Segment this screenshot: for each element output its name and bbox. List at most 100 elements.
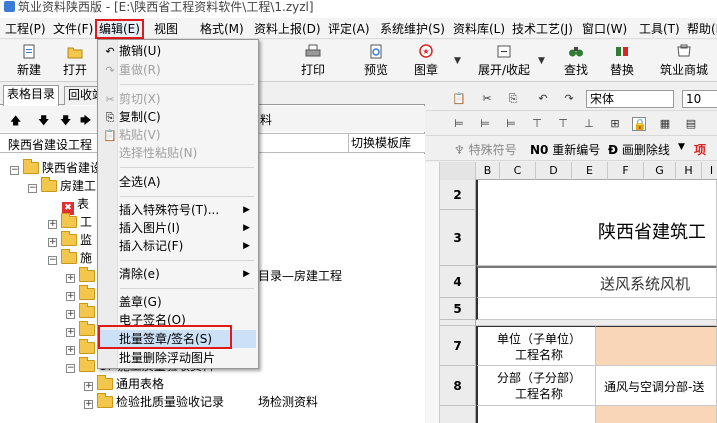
special-symbol-button[interactable]: ♆ 特殊符号	[454, 141, 517, 158]
partial-toolbar-item[interactable]: 项	[694, 141, 706, 158]
tree-item[interactable]: + 检验批质量验收记录	[84, 393, 224, 411]
menu-project[interactable]: 工程(P)	[3, 21, 48, 37]
collapse-icon[interactable]: −	[48, 256, 57, 265]
menu-tech[interactable]: 技术工艺(J)	[510, 21, 575, 37]
menu-item-undo[interactable]: ↶ 撤销(U)	[100, 42, 256, 60]
tree-item[interactable]: − 陕西省建设	[10, 159, 102, 177]
subunit-value-cell[interactable]: 通风与空调分部-送	[596, 366, 717, 406]
arrow-right-icon[interactable]: 🡆	[80, 112, 91, 131]
menu-format[interactable]: 格式(M)	[198, 21, 246, 37]
align-center-icon[interactable]: ⊨	[478, 117, 492, 131]
stamp-dropdown-arrow-icon[interactable]: ▼	[454, 56, 461, 66]
collapse-icon[interactable]: −	[10, 166, 19, 175]
menu-item-insert-image[interactable]: 插入图片(I) ▶	[100, 219, 256, 237]
expand-icon[interactable]: +	[66, 292, 75, 301]
menu-report[interactable]: 资料上报(D)	[252, 21, 323, 37]
find-button[interactable]: 查找	[558, 42, 594, 80]
redo-icon[interactable]: ↷	[562, 92, 576, 106]
switch-template-button[interactable]: 切换模板库	[348, 134, 413, 152]
expand-collapse-button[interactable]: 展开/收起	[474, 42, 534, 80]
expand-icon[interactable]: +	[66, 310, 75, 319]
preview-button[interactable]: 预览	[358, 42, 394, 80]
wrap-icon[interactable]: ⊞	[608, 117, 622, 131]
menu-item-batch-delete-images[interactable]: 批量删除浮动图片	[100, 349, 256, 367]
tab-table-catalog[interactable]: 表格目录	[3, 85, 60, 106]
cut-icon[interactable]: ✂	[480, 92, 494, 106]
open-button[interactable]: 打开	[56, 42, 94, 80]
tree-item[interactable]: +	[66, 267, 98, 285]
replace-button[interactable]: 替换	[604, 42, 640, 80]
tree-item[interactable]: − 房建工	[28, 177, 96, 195]
tree-item[interactable]: +	[66, 339, 98, 357]
paste-special-icon[interactable]: ⎘	[506, 92, 520, 106]
row-header-cell[interactable]: 3	[440, 210, 476, 266]
collapse-icon[interactable]: −	[66, 364, 75, 373]
subtitle-cell[interactable]: 送风系统风机	[476, 266, 717, 298]
align-middle-icon[interactable]: ⊤	[556, 117, 570, 131]
undo-icon[interactable]: ↶	[536, 92, 550, 106]
menu-view[interactable]: 视图	[152, 21, 180, 37]
border-icon[interactable]: ▦	[658, 117, 672, 131]
menu-item-paste-special[interactable]: 选择性粘贴(N)	[100, 144, 256, 162]
print-button[interactable]: 打印	[295, 42, 331, 80]
tree-item[interactable]: +	[66, 303, 98, 321]
tree-item[interactable]: ✖ 表	[62, 195, 89, 215]
column-header-cell[interactable]: I	[702, 162, 717, 180]
merge-icon[interactable]: ▤	[684, 117, 698, 131]
renumber-button[interactable]: N0 重新编号	[530, 141, 600, 158]
column-header-cell[interactable]: G	[644, 162, 676, 180]
row-header-cell[interactable]: 2	[440, 180, 476, 210]
column-header-cell[interactable]: C	[500, 162, 536, 180]
collapse-icon[interactable]: −	[28, 184, 37, 193]
expand-icon[interactable]: +	[66, 274, 75, 283]
subunit-label-cell[interactable]: 分部（子分部）工程名称	[476, 366, 596, 406]
menu-help[interactable]: 帮助(H)	[685, 21, 717, 37]
tree-item[interactable]: +	[66, 321, 98, 339]
expand-dropdown-arrow-icon[interactable]: ▼	[538, 56, 545, 66]
menu-evaluate[interactable]: 评定(A)	[326, 21, 372, 37]
menu-tools[interactable]: 工具(T)	[637, 21, 682, 37]
expand-icon[interactable]: +	[48, 238, 57, 247]
tree-item[interactable]: − 施	[48, 249, 92, 267]
row-header-cell[interactable]: 7	[440, 326, 476, 366]
align-left-icon[interactable]: ⊨	[452, 117, 466, 131]
expand-icon[interactable]: +	[66, 346, 75, 355]
arrow-up-icon[interactable]: 🡅	[10, 112, 21, 131]
font-name-select[interactable]: 宋体	[586, 90, 674, 108]
empty-row-cell[interactable]	[476, 298, 717, 320]
row-header-cell[interactable]: 4	[440, 266, 476, 298]
next-value-cell[interactable]	[596, 406, 717, 423]
menu-file[interactable]: 文件(F)	[51, 21, 95, 37]
column-header-cell[interactable]: F	[608, 162, 644, 180]
tree-item[interactable]: +	[66, 285, 98, 303]
menu-item-cut[interactable]: ✂ 剪切(X)	[100, 90, 256, 108]
tree-item[interactable]: + 监	[48, 231, 92, 249]
row-header-cell[interactable]: 5	[440, 298, 476, 320]
arrow-down-2-icon[interactable]: 🡇	[60, 112, 71, 131]
title-cell[interactable]: 陕西省建筑工	[476, 180, 717, 266]
menu-item-copy[interactable]: ⎘ 复制(C)	[100, 108, 256, 126]
menu-item-select-all[interactable]: 全选(A)	[100, 173, 256, 191]
column-header-cell[interactable]: E	[572, 162, 608, 180]
tree-item[interactable]: + 通用表格	[84, 375, 164, 393]
column-header-cell[interactable]: H	[676, 162, 702, 180]
expand-icon[interactable]: +	[84, 382, 93, 391]
align-right-icon[interactable]: ⊨	[504, 117, 518, 131]
menu-item-paste[interactable]: 📋 粘贴(V)	[100, 126, 256, 144]
expand-icon[interactable]: +	[48, 220, 57, 229]
next-label-cell[interactable]	[476, 406, 596, 423]
menu-item-insert-mark[interactable]: 插入标记(F) ▶	[100, 237, 256, 255]
menu-item-redo[interactable]: ↷ 重做(R)	[100, 61, 256, 79]
lock-icon[interactable]: 🔒	[632, 117, 647, 131]
align-bottom-icon[interactable]: ⊥	[582, 117, 596, 131]
strikethrough-button[interactable]: Ð 画删除线	[608, 141, 670, 158]
mall-button[interactable]: 筑业商城	[654, 42, 714, 80]
stamp-button[interactable]: ★ 图章	[408, 42, 444, 80]
menu-item-clear[interactable]: 清除(e) ▶	[100, 265, 256, 283]
menu-edit[interactable]: 编辑(E)	[95, 19, 144, 39]
menu-window[interactable]: 窗口(W)	[580, 21, 629, 37]
unit-label-cell[interactable]: 单位（子单位）工程名称	[476, 326, 596, 366]
align-top-icon[interactable]: ⊤	[530, 117, 544, 131]
expand-icon[interactable]: +	[84, 400, 93, 409]
spreadsheet[interactable]: B C D E F G H I 2 3 4 5 7 8 陕西省建筑工 送风系统风…	[440, 162, 717, 423]
